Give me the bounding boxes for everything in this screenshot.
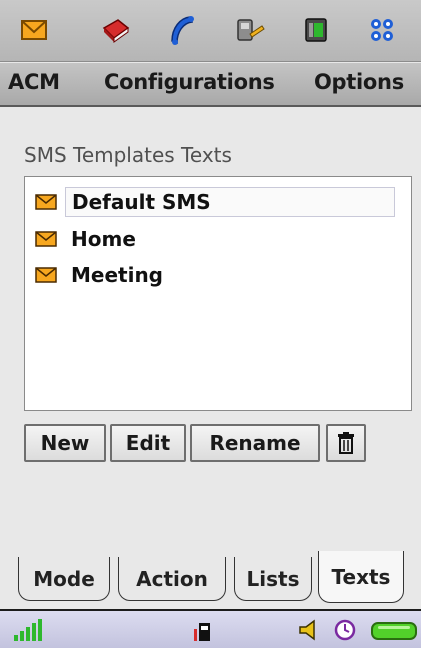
list-item-label: Home	[71, 227, 136, 251]
tools-icon[interactable]	[234, 14, 266, 46]
menu-options[interactable]: Options	[314, 70, 404, 94]
book-icon[interactable]	[100, 14, 132, 46]
speaker-icon[interactable]	[298, 619, 318, 641]
templates-list[interactable]: Default SMS Home Meeting	[24, 176, 412, 411]
alarm-clock-icon[interactable]	[334, 619, 356, 641]
tab-bar: Mode Action Lists Texts	[0, 545, 421, 607]
list-item-home[interactable]: Home	[35, 222, 142, 256]
menu-configurations[interactable]: Configurations	[104, 70, 275, 94]
phone-handset-icon[interactable]	[166, 14, 198, 46]
list-item-label: Meeting	[71, 263, 164, 287]
rename-button[interactable]: Rename	[190, 424, 320, 462]
section-title: SMS Templates Texts	[24, 143, 232, 167]
tab-texts[interactable]: Texts	[318, 551, 404, 603]
phone-memory-icon	[194, 623, 210, 641]
mail-icon[interactable]	[18, 14, 50, 46]
menu-bar: ACM Configurations Options	[0, 63, 421, 107]
list-item-default-sms[interactable]: Default SMS	[35, 185, 395, 219]
envelope-icon	[35, 231, 57, 247]
list-item-label: Default SMS	[65, 187, 395, 217]
sim-card-icon[interactable]	[300, 14, 332, 46]
delete-button[interactable]	[326, 424, 366, 462]
envelope-icon	[35, 267, 57, 283]
app-toolbar	[0, 0, 421, 62]
trash-icon	[338, 432, 354, 454]
battery-icon	[371, 622, 417, 640]
list-item-meeting[interactable]: Meeting	[35, 258, 169, 292]
apps-grid-icon[interactable]	[366, 14, 398, 46]
menu-acm[interactable]: ACM	[8, 70, 60, 94]
tab-mode[interactable]: Mode	[18, 557, 110, 601]
tab-action[interactable]: Action	[118, 557, 226, 601]
new-button[interactable]: New	[24, 424, 106, 462]
envelope-icon	[35, 194, 57, 210]
edit-button[interactable]: Edit	[110, 424, 186, 462]
status-bar	[0, 609, 421, 648]
signal-strength-icon	[14, 619, 42, 641]
tab-lists[interactable]: Lists	[234, 557, 312, 601]
